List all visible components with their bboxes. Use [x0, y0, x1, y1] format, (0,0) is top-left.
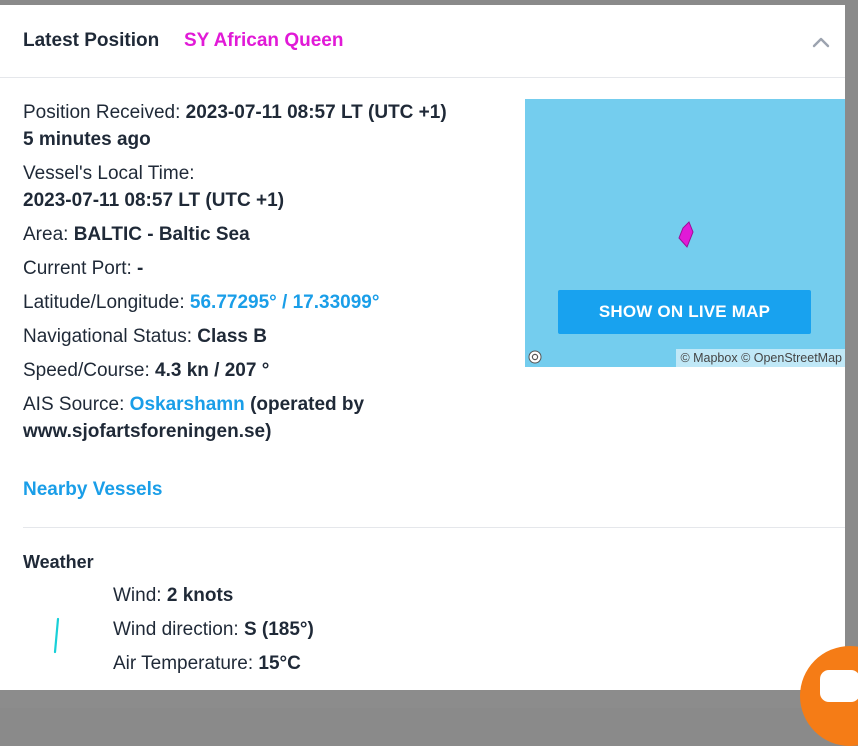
latlon-row: Latitude/Longitude: 56.77295° / 17.33099…	[23, 289, 379, 316]
mapbox-logo-icon[interactable]	[528, 350, 542, 364]
wind-direction-icon	[48, 615, 64, 655]
weather-title: Weather	[23, 552, 94, 572]
position-received-row: Position Received: 2023-07-11 08:57 LT (…	[23, 99, 447, 126]
current-port-label: Current Port:	[23, 258, 132, 279]
area-row: Area: BALTIC - Baltic Sea	[23, 221, 250, 248]
speed-course-value: 4.3 kn / 207 °	[155, 360, 270, 381]
area-label: Area:	[23, 224, 69, 245]
latest-position-card: Latest Position SY African Queen Positio…	[0, 5, 845, 690]
position-received-ago-row: 5 minutes ago	[23, 126, 151, 153]
ais-source-label: AIS Source:	[23, 394, 125, 415]
speed-course-row: Speed/Course: 4.3 kn / 207 °	[23, 357, 269, 384]
current-port-value: -	[137, 258, 144, 279]
local-time-value-row: 2023-07-11 08:57 LT (UTC +1)	[23, 187, 284, 214]
position-received-value: 2023-07-11 08:57 LT (UTC +1)	[185, 102, 447, 123]
latlon-link[interactable]: 56.77295° / 17.33099°	[190, 292, 380, 313]
section-title: Latest Position	[23, 30, 160, 51]
wind-value: 2 knots	[166, 585, 234, 606]
vessel-name: SY African Queen	[184, 30, 344, 51]
chat-icon	[820, 670, 858, 702]
ais-operator-row: www.sjofartsforeningen.se)	[23, 418, 271, 445]
ais-source-row: AIS Source: Oskarshamn (operated by	[23, 391, 364, 418]
air-temperature-row: Air Temperature: 15°C	[113, 650, 301, 677]
ais-source-operated: (operated by	[250, 394, 365, 415]
wind-direction-label: Wind direction:	[113, 619, 239, 640]
latlon-label: Latitude/Longitude:	[23, 292, 185, 313]
ais-source-operator: www.sjofartsforeningen.se)	[23, 421, 272, 442]
air-temperature-label: Air Temperature:	[113, 653, 254, 674]
show-on-live-map-button[interactable]: SHOW ON LIVE MAP	[558, 290, 811, 334]
position-received-label: Position Received:	[23, 102, 181, 123]
wind-direction-row: Wind direction: S (185°)	[113, 616, 314, 643]
page-bottom-edge	[0, 690, 858, 708]
local-time-label: Vessel's Local Time:	[23, 163, 195, 184]
collapse-button[interactable]	[808, 29, 834, 55]
current-port-row: Current Port: -	[23, 255, 143, 282]
air-temperature-value: 15°C	[258, 653, 301, 674]
local-time-label-row: Vessel's Local Time:	[23, 160, 195, 187]
nav-status-value: Class B	[197, 326, 267, 347]
wind-direction-value: S (185°)	[243, 619, 314, 640]
wind-row: Wind: 2 knots	[113, 582, 233, 609]
nav-status-row: Navigational Status: Class B	[23, 323, 267, 350]
area-value: BALTIC - Baltic Sea	[73, 224, 250, 245]
nearby-vessels-link[interactable]: Nearby Vessels	[23, 479, 162, 501]
map-attribution[interactable]: © Mapbox © OpenStreetMap	[676, 349, 845, 367]
wind-label: Wind:	[113, 585, 162, 606]
card-header[interactable]: Latest Position SY African Queen	[0, 5, 845, 78]
local-time-value: 2023-07-11 08:57 LT (UTC +1)	[23, 190, 285, 211]
ais-source-link[interactable]: Oskarshamn	[130, 394, 245, 415]
speed-course-label: Speed/Course:	[23, 360, 150, 381]
nav-status-label: Navigational Status:	[23, 326, 192, 347]
section-divider	[23, 527, 845, 528]
position-received-ago: 5 minutes ago	[23, 129, 151, 150]
position-map[interactable]: SHOW ON LIVE MAP © Mapbox © OpenStreetMa…	[525, 99, 845, 367]
vessel-marker-icon[interactable]	[675, 220, 699, 250]
chevron-up-icon	[812, 37, 830, 48]
